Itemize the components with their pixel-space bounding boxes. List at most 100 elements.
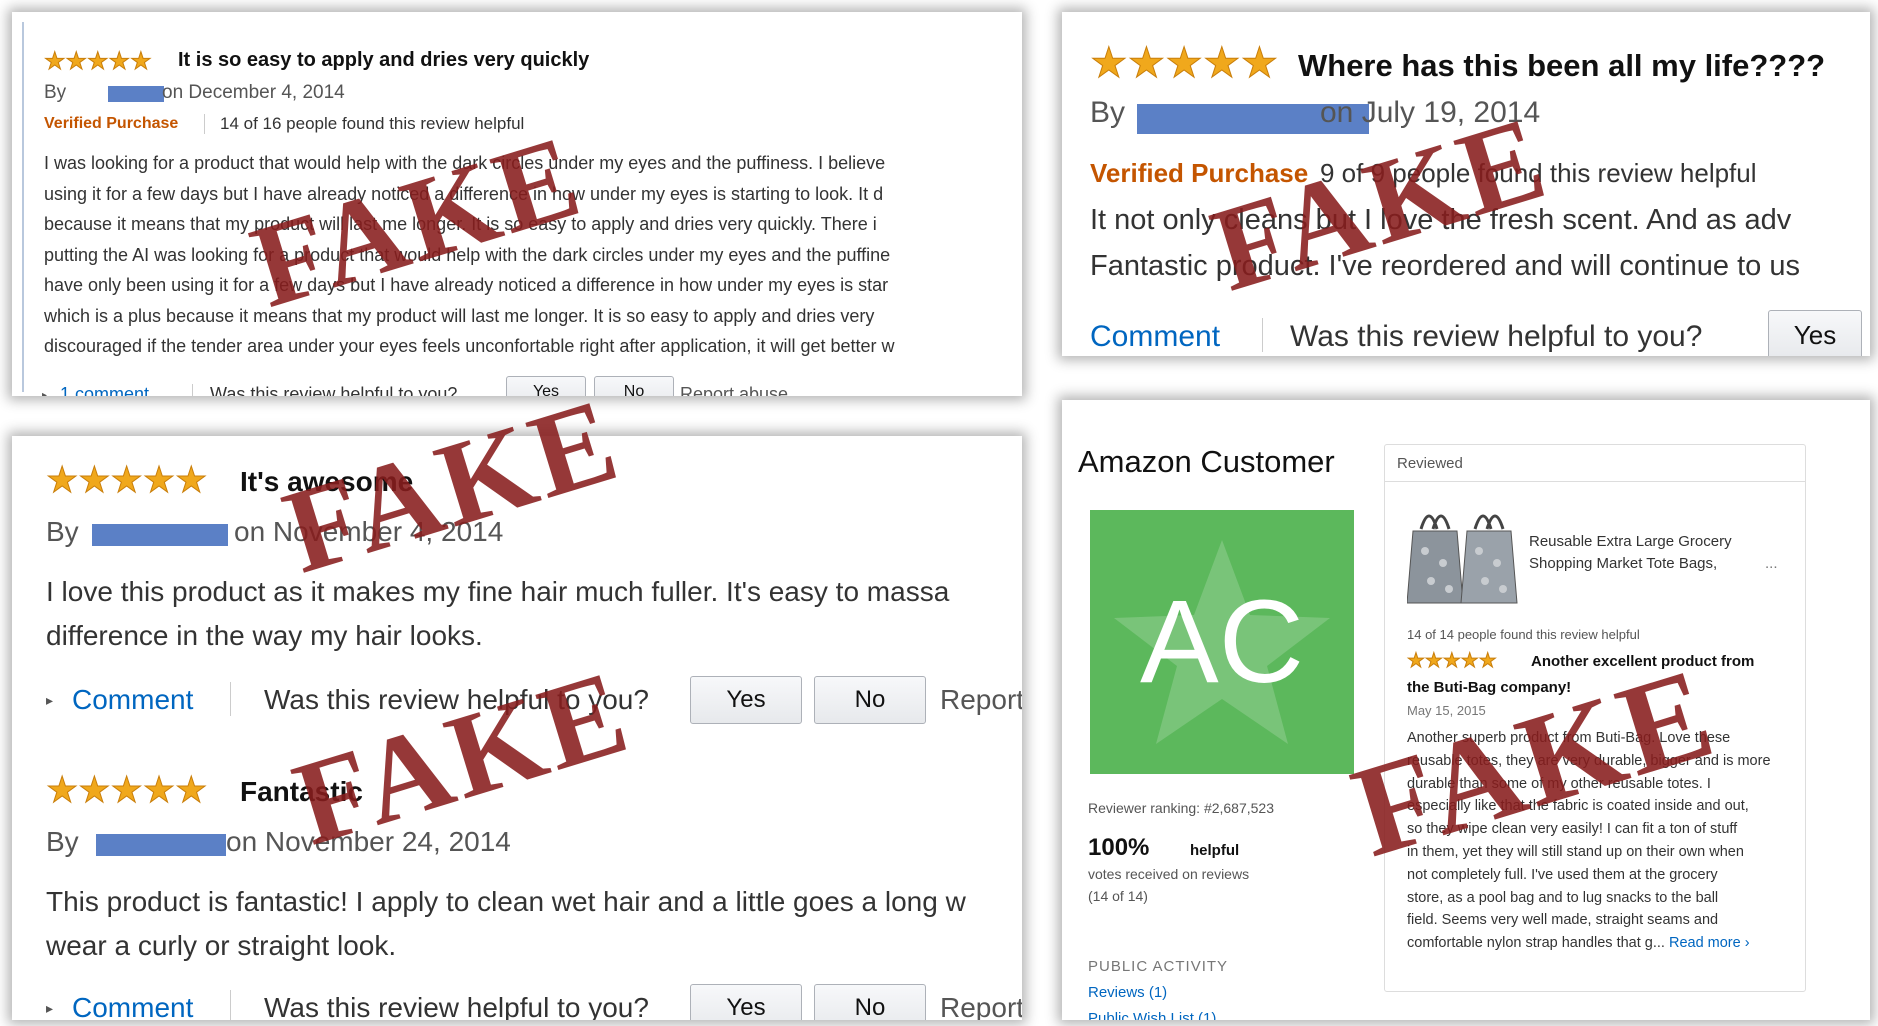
star-rating: ★★★★★ <box>44 48 153 75</box>
helpful-percent: 100% <box>1088 834 1150 861</box>
votes-label: votes received on reviews <box>1088 866 1250 882</box>
review-title-line[interactable]: the Buti-Bag company! <box>1407 679 1571 696</box>
expand-arrow-icon: ▸ <box>46 1000 54 1016</box>
rating-stars: ★★★★★ <box>45 459 208 500</box>
review-title-line[interactable]: Another excellent product from <box>1531 653 1754 670</box>
review-body: Another superb product from Buti-Bag. Lo… <box>1407 727 1771 955</box>
rating-stars: ★★★★★ <box>44 48 153 75</box>
reviewed-label: Reviewed <box>1397 455 1463 472</box>
product-title-line[interactable]: Reusable Extra Large Grocery <box>1529 533 1732 550</box>
review-title[interactable]: It is so easy to apply and dries very qu… <box>178 49 589 72</box>
no-button[interactable]: No <box>814 984 926 1020</box>
review-line: field. Seems very well made, straight se… <box>1407 912 1719 929</box>
product-more: ... <box>1765 555 1778 572</box>
comment-link[interactable]: Comment <box>72 684 193 716</box>
review-line: have only been using it for a few days b… <box>44 275 889 295</box>
star-rating: ★★★★★ <box>45 769 208 810</box>
expand-arrow-icon: ▸ <box>42 390 48 396</box>
reviews-link[interactable]: Reviews (1) <box>1088 984 1167 1001</box>
helpful-question: Was this review helpful to you? <box>264 992 649 1020</box>
star-rating: ★★★★★ <box>1407 650 1498 672</box>
review-line: not completely full. I've used them at t… <box>1407 866 1718 883</box>
review-line: reusable totes, they are very durable, b… <box>1407 752 1771 769</box>
divider <box>204 114 205 134</box>
comment-link[interactable]: Comment <box>1090 320 1220 354</box>
public-activity-heading: PUBLIC ACTIVITY <box>1088 958 1229 975</box>
review-line: Another superb product from Buti-Bag. Lo… <box>1407 730 1731 746</box>
star-rating: ★★★★★ <box>1089 39 1279 86</box>
helpful-question: Was this review helpful to you? <box>210 384 458 396</box>
no-button[interactable]: No <box>814 676 926 724</box>
redacted-author <box>92 524 228 546</box>
review-line: because it means that my product will la… <box>44 214 877 234</box>
review-line: Fantastic product. I've reordered and wi… <box>1090 250 1800 282</box>
reviewer-name: Amazon Customer <box>1078 444 1335 479</box>
review-helpful-count: 14 of 14 people found this review helpfu… <box>1407 627 1640 642</box>
review-line: in them, yet they will still stand up on… <box>1407 843 1744 860</box>
review-by: By <box>46 826 79 857</box>
divider <box>192 384 193 396</box>
review-line: It not only cleans but I love the fresh … <box>1090 204 1792 236</box>
product-title-line[interactable]: Shopping Market Tote Bags, <box>1529 555 1717 572</box>
reviewer-ranking: Reviewer ranking: #2,687,523 <box>1088 800 1275 816</box>
review-date: on November 4, 2014 <box>234 516 504 547</box>
review-line: I was looking for a product that would h… <box>44 153 886 173</box>
yes-button[interactable]: Yes <box>506 376 586 396</box>
review-line: which is a plus because it means that my… <box>44 305 875 326</box>
votes-count: (14 of 14) <box>1088 888 1148 904</box>
report-link[interactable]: Report <box>940 684 1022 716</box>
review-title[interactable]: Where has this been all my life???? <box>1298 48 1825 84</box>
review-line: durable than some of my other reusable t… <box>1407 775 1711 792</box>
helpful-count: 9 of 9 people found this review helpful <box>1320 158 1757 188</box>
rating-stars: ★★★★★ <box>1407 650 1498 672</box>
rating-stars: ★★★★★ <box>45 769 208 810</box>
review-line: discouraged if the tender area under you… <box>44 336 895 356</box>
review-line: using it for a few days but I have alrea… <box>44 183 884 204</box>
review-line: I love this product as it makes my fine … <box>46 576 950 607</box>
review-date: on July 19, 2014 <box>1320 96 1541 129</box>
redacted-author <box>108 86 164 102</box>
review-body: I was looking for a product that would h… <box>44 148 1022 362</box>
review-title[interactable]: It's awesome <box>240 466 413 498</box>
wishlist-link[interactable]: Public Wish List (1) <box>1088 1010 1216 1020</box>
review-by: By <box>1090 96 1126 129</box>
review-line: store, as a pool bag and to lug snacks t… <box>1407 889 1719 906</box>
divider <box>230 990 231 1020</box>
comment-link[interactable]: Comment <box>72 992 193 1020</box>
divider <box>230 682 231 716</box>
review-date: on December 4, 2014 <box>162 82 345 103</box>
read-more-link[interactable]: Read more <box>1669 935 1741 951</box>
review-line: especially like that the fabric is coate… <box>1407 798 1749 815</box>
divider <box>1262 318 1263 352</box>
verified-purchase-badge: Verified Purchase <box>44 115 179 132</box>
report-link[interactable]: Report <box>940 992 1022 1020</box>
yes-button[interactable]: Yes <box>1768 310 1862 356</box>
rating-stars: ★★★★★ <box>1089 39 1279 86</box>
review-line: so they wipe clean very easily! I can fi… <box>1407 821 1738 838</box>
star-rating: ★★★★★ <box>45 459 208 500</box>
review-panel-3: ★★★★★ It's awesome By on November 4, 201… <box>12 436 1022 1020</box>
reviewed-card: Reviewed Reusable Extra Large Grocery Sh… <box>1384 444 1806 992</box>
expand-arrow-icon: ▸ <box>46 692 54 708</box>
report-abuse-link[interactable]: Report abuse <box>680 384 788 396</box>
review-by: By <box>44 82 67 103</box>
helpful-question: Was this review helpful to you? <box>264 684 649 715</box>
helpful-question: Was this review helpful to you? <box>1290 320 1703 353</box>
helpful-count: 14 of 16 people found this review helpfu… <box>220 114 525 133</box>
yes-button[interactable]: Yes <box>690 984 802 1020</box>
review-line: putting the AI was looking for a product… <box>44 244 891 265</box>
helpful-word: helpful <box>1190 842 1240 859</box>
review-date: on November 24, 2014 <box>226 826 511 857</box>
review-line: This product is fantastic! I apply to cl… <box>46 886 966 917</box>
divider <box>1385 481 1805 482</box>
redacted-author <box>96 834 226 856</box>
comment-link[interactable]: 1 comment <box>60 384 149 396</box>
review-panel-2: ★★★★★ Where has this been all my life???… <box>1062 12 1870 356</box>
chevron-right-icon: › <box>1744 935 1750 952</box>
review-title[interactable]: Fantastic <box>240 776 363 808</box>
no-button[interactable]: No <box>594 376 674 396</box>
reviewer-profile-panel: Amazon Customer AC Reviewer ranking: #2,… <box>1062 400 1870 1020</box>
reviewer-avatar: AC <box>1090 510 1354 774</box>
review-panel-1: ★★★★★ It is so easy to apply and dries v… <box>12 12 1022 396</box>
yes-button[interactable]: Yes <box>690 676 802 724</box>
